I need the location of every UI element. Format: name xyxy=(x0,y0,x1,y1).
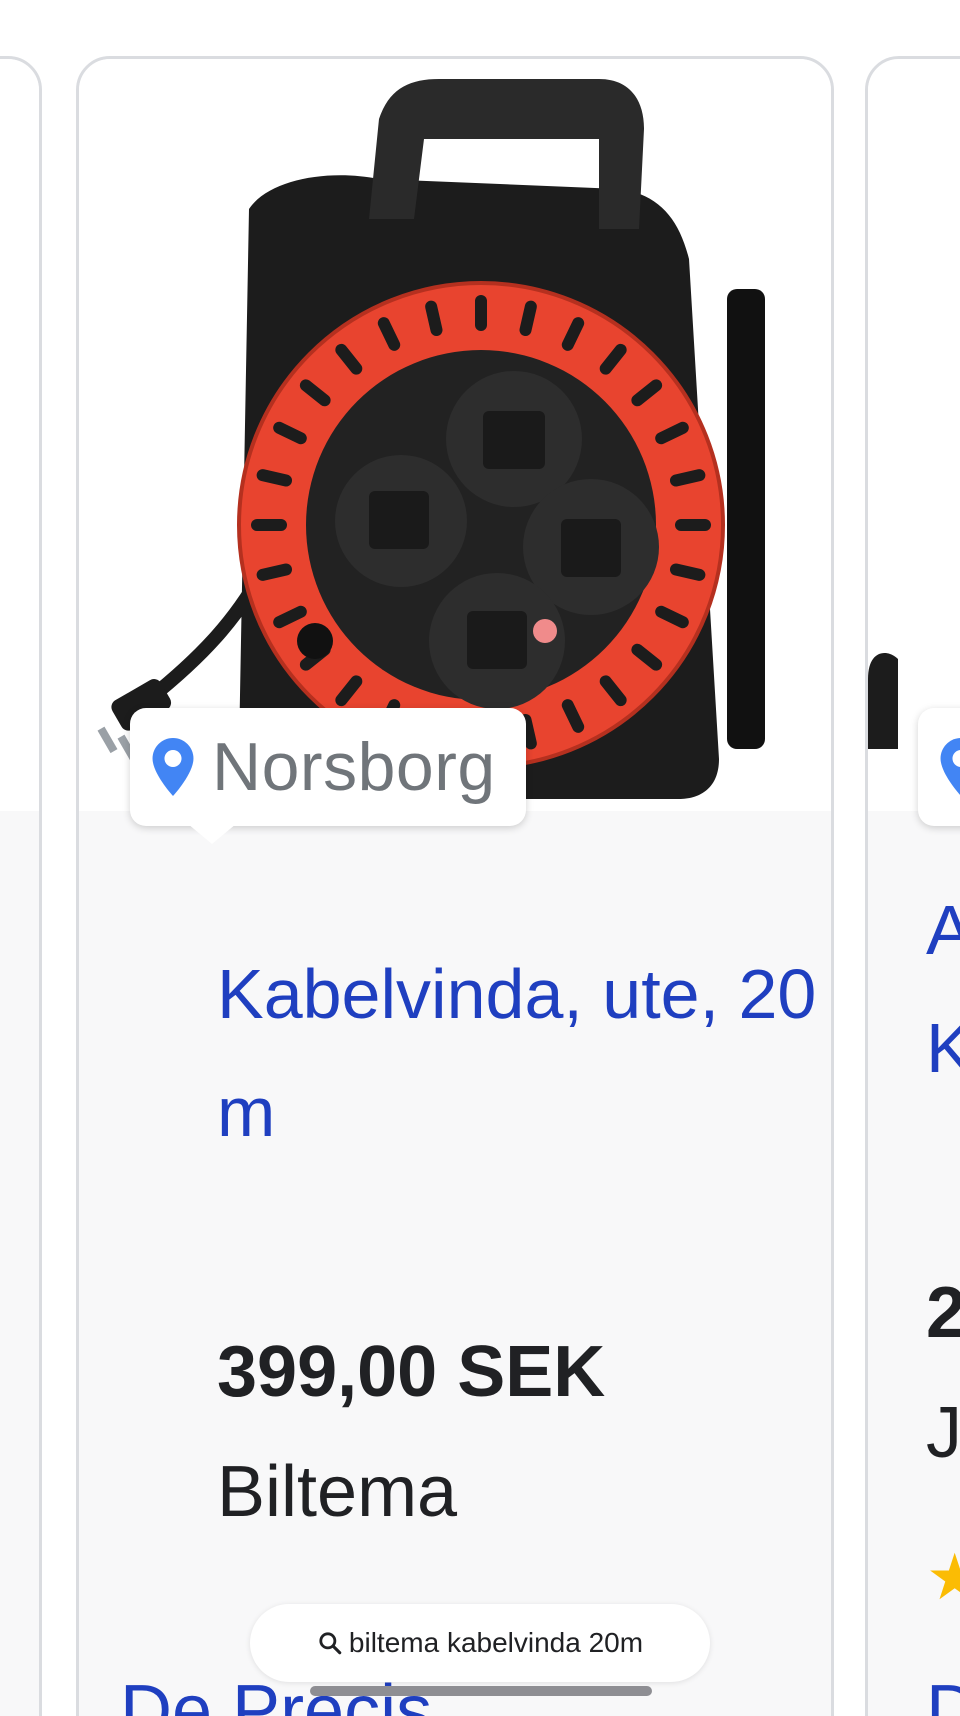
product-seller: Biltema xyxy=(217,1452,458,1532)
product-title[interactable]: Kabelvinda, ute, 20 m xyxy=(217,935,831,1171)
next-product-price: 2 xyxy=(926,1273,960,1353)
search-query-pill[interactable]: biltema kabelvinda 20m xyxy=(250,1604,710,1682)
product-image-area xyxy=(79,59,831,811)
location-chip-next xyxy=(918,708,960,826)
product-price: 399,00 SEK xyxy=(217,1332,606,1412)
product-image-area xyxy=(868,59,960,811)
next-product-seller: J xyxy=(926,1393,960,1473)
reel-slot xyxy=(675,519,711,531)
product-image xyxy=(868,653,898,749)
search-icon xyxy=(319,1632,342,1655)
search-query-text: biltema kabelvinda 20m xyxy=(348,1627,644,1658)
product-card-previous[interactable] xyxy=(0,56,42,1716)
location-chip: Norsborg xyxy=(130,708,526,844)
product-card[interactable]: Kabelvinda, ute, 20 m 399,00 SEK Biltema xyxy=(76,56,834,1716)
product-image[interactable] xyxy=(79,59,831,811)
product-image-area xyxy=(0,59,39,811)
shopping-results-carousel: Kabelvinda, ute, 20 m 399,00 SEK Biltema… xyxy=(0,0,960,1716)
location-pin-icon xyxy=(152,738,194,796)
next-product-link[interactable]: D xyxy=(926,1670,960,1716)
chip-pointer xyxy=(188,824,236,844)
next-product-title-line2[interactable]: K xyxy=(926,1008,960,1088)
reel-slot xyxy=(475,295,487,331)
home-indicator[interactable] xyxy=(310,1686,652,1696)
next-product-title-line1[interactable]: A xyxy=(926,890,960,970)
reel-slot xyxy=(251,519,287,531)
star-icon: ★ xyxy=(926,1541,960,1613)
location-pin-icon xyxy=(940,738,960,795)
location-label: Norsborg xyxy=(212,729,496,805)
